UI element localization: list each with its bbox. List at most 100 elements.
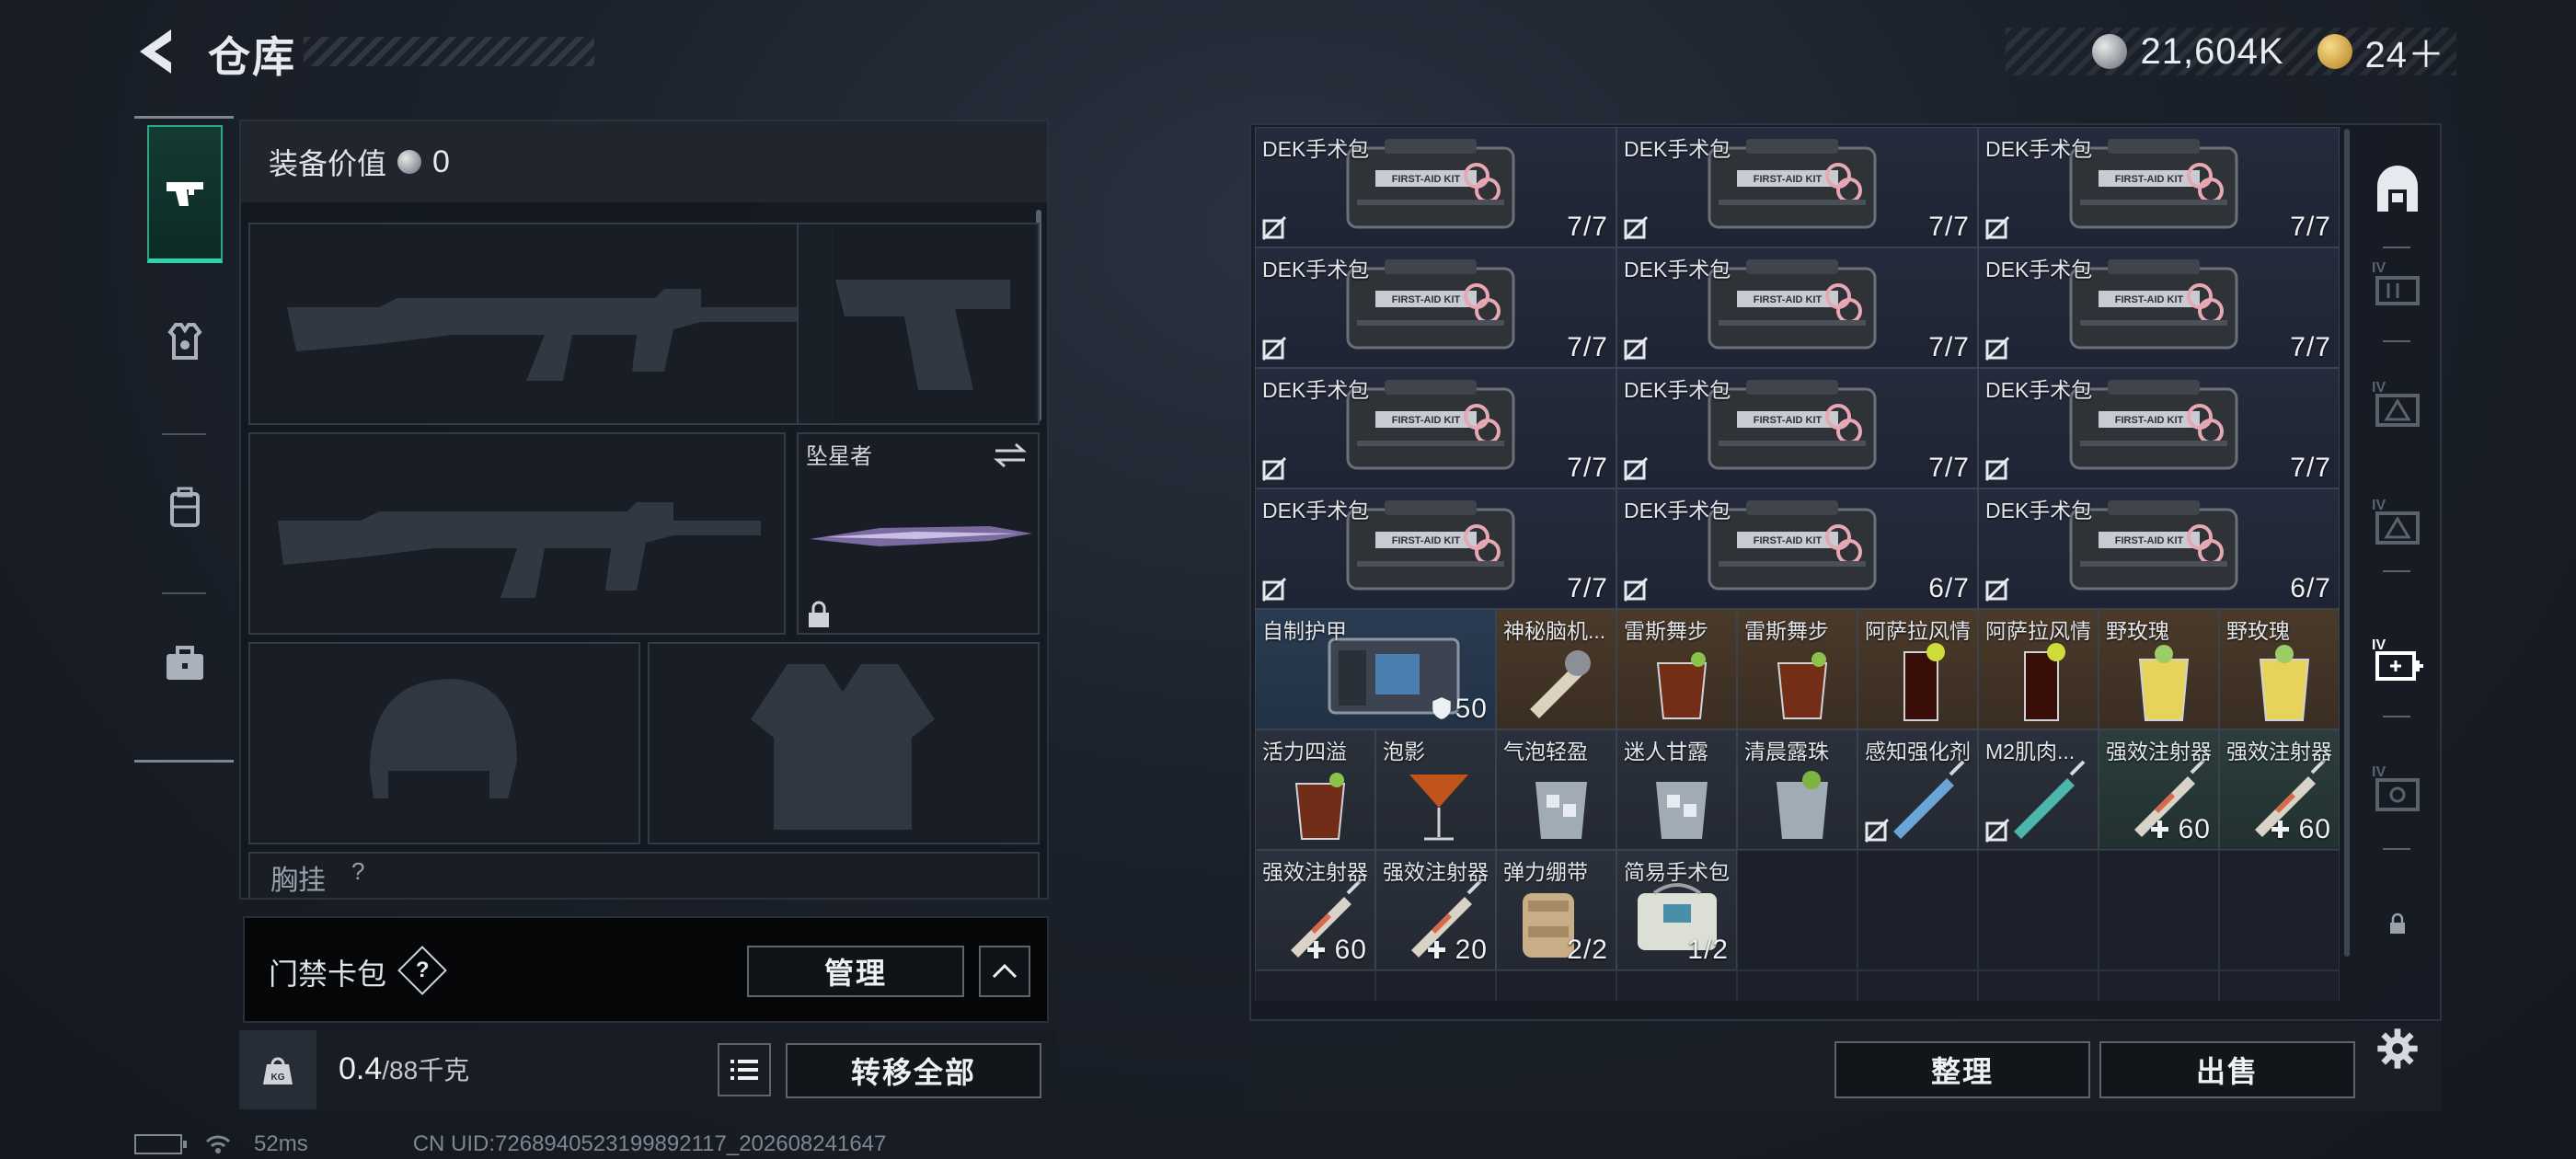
empty-slot[interactable] [1375,970,1496,1001]
swap-arrows-icon[interactable] [992,442,1029,469]
storage-tab-iv-5[interactable]: IV [2368,758,2427,817]
help-icon[interactable]: ? [397,946,447,995]
storage-item[interactable]: 活力四溢 [1255,729,1375,850]
chest-rig-slot[interactable]: 胸挂 ? [248,852,1040,898]
syringe-icon [2014,760,2086,839]
sort-button[interactable]: 整理 [1834,1041,2090,1098]
empty-slot[interactable] [1978,850,2099,970]
storage-item[interactable]: 阿萨拉风情 [1857,609,1978,729]
chest-rig-help[interactable]: ? [351,857,364,886]
storage-item[interactable]: 气泡轻盈 [1496,729,1616,850]
storage-tab-locked[interactable] [2368,894,2427,953]
item-name: 神秘脑机... [1503,619,1606,643]
storage-item[interactable]: 泡影 [1375,729,1496,850]
storage-item[interactable]: 野玫瑰 [2219,609,2340,729]
silver-amount: 21,604K [2140,30,2284,72]
storage-item[interactable]: 简易手术包 1/2 [1616,850,1737,970]
empty-slot[interactable] [2219,850,2340,970]
item-name: DEK手术包 [1624,137,1731,161]
nav-tab-case[interactable] [147,594,223,732]
empty-slot[interactable] [1616,970,1737,1001]
body-armor-slot[interactable] [648,642,1040,844]
empty-slot[interactable] [1857,850,1978,970]
secondary-weapon-slot[interactable] [797,223,1040,425]
primary-weapon-slot[interactable] [248,223,834,425]
no-transfer-icon [1261,336,1287,361]
storage-item[interactable]: M2肌肉... [1978,729,2099,850]
storage-item[interactable]: FIRST-AID KIT DEK手术包 7/7 [1255,488,1616,609]
storage-item[interactable]: FIRST-AID KIT DEK手术包 7/7 [1616,127,1978,247]
lock-icon [809,601,829,627]
battery-icon [134,1134,187,1154]
storage-item[interactable]: FIRST-AID KIT DEK手术包 7/7 [1616,247,1978,368]
storage-item[interactable]: FIRST-AID KIT DEK手术包 6/7 [1978,488,2340,609]
empty-slot[interactable] [1255,970,1375,1001]
storage-tab-iv-1[interactable]: IV [2368,254,2427,313]
empty-slot[interactable] [2099,850,2219,970]
svg-text:FIRST-AID KIT: FIRST-AID KIT [2115,415,2184,426]
nav-tab-backpack[interactable] [147,438,223,576]
storage-item[interactable]: 弹力绷带 2/2 [1496,850,1616,970]
nav-tab-armor[interactable] [147,272,223,410]
transfer-all-button[interactable]: 转移全部 [786,1043,1041,1098]
empty-slot[interactable] [2219,970,2340,1001]
page-title: 仓库 [208,33,296,81]
mint-glass-icon [1777,771,1828,839]
storage-tab-medical[interactable]: IV [2368,631,2427,690]
item-name: 泡影 [1383,740,1425,763]
storage-item[interactable]: FIRST-AID KIT DEK手术包 7/7 [1978,368,2340,488]
empty-slot[interactable] [1496,970,1616,1001]
storage-item[interactable]: FIRST-AID KIT DEK手术包 7/7 [1255,127,1616,247]
storage-item[interactable]: 强效注射器 60 [1255,850,1375,970]
storage-item[interactable]: FIRST-AID KIT DEK手术包 7/7 [1255,368,1616,488]
storage-item[interactable]: FIRST-AID KIT DEK手术包 7/7 [1255,247,1616,368]
list-view-button[interactable] [718,1043,771,1096]
storage-item[interactable]: 雷斯舞步 [1737,609,1857,729]
melee-slot[interactable]: 坠星者 [797,432,1040,635]
gold-amount[interactable]: 24＋ [2365,25,2446,78]
settings-button[interactable] [2368,1019,2427,1078]
storage-tab-main[interactable] [2368,162,2427,221]
vault-icon [2377,166,2418,212]
storage-item[interactable]: FIRST-AID KIT DEK手术包 7/7 [1616,368,1978,488]
nav-tab-weapons[interactable] [147,125,223,263]
backpack-icon [170,487,200,527]
storage-tab-iv-2[interactable]: IV [2368,373,2427,432]
item-count: 60 [2271,814,2331,845]
item-name: DEK手术包 [1985,137,2093,161]
storage-scrollbar[interactable] [2344,129,2350,957]
back-button[interactable] [134,26,182,77]
empty-slot[interactable] [1737,970,1857,1001]
item-name: DEK手术包 [1985,378,2093,402]
sell-button[interactable]: 出售 [2099,1041,2355,1098]
helmet-slot[interactable] [248,642,640,844]
empty-slot[interactable] [2099,970,2219,1001]
item-name: 活力四溢 [1262,740,1347,763]
storage-item[interactable]: 强效注射器 60 [2219,729,2340,850]
item-count: 7/7 [1928,332,1970,362]
empty-slot[interactable] [1737,850,1857,970]
silver-coin-icon [397,150,422,174]
storage-item[interactable]: 清晨露珠 [1737,729,1857,850]
secondary-rifle-slot[interactable] [248,432,786,635]
manage-button[interactable]: 管理 [747,946,964,997]
storage-item[interactable]: 阿萨拉风情 [1978,609,2099,729]
storage-item[interactable]: 感知强化剂 [1857,729,1978,850]
empty-slot[interactable] [1978,970,2099,1001]
expand-button[interactable] [979,946,1030,997]
storage-item[interactable]: 强效注射器 60 [2099,729,2219,850]
storage-item[interactable]: FIRST-AID KIT DEK手术包 7/7 [1978,247,2340,368]
empty-slot[interactable] [1857,970,1978,1001]
item-name: 雷斯舞步 [1744,619,1829,643]
storage-tab-iv-3[interactable]: IV [2368,491,2427,550]
storage-item[interactable]: 野玫瑰 [2099,609,2219,729]
storage-item[interactable]: 自制护甲 50 [1255,609,1496,729]
storage-item[interactable]: 强效注射器 20 [1375,850,1496,970]
storage-item[interactable]: FIRST-AID KIT DEK手术包 6/7 [1616,488,1978,609]
storage-item[interactable]: 迷人甘露 [1616,729,1737,850]
storage-item[interactable]: 神秘脑机... [1496,609,1616,729]
chest-rig-label: 胸挂 [270,866,326,896]
storage-item[interactable]: 雷斯舞步 [1616,609,1737,729]
storage-item[interactable]: FIRST-AID KIT DEK手术包 7/7 [1978,127,2340,247]
gold-coin-icon [2317,34,2352,69]
